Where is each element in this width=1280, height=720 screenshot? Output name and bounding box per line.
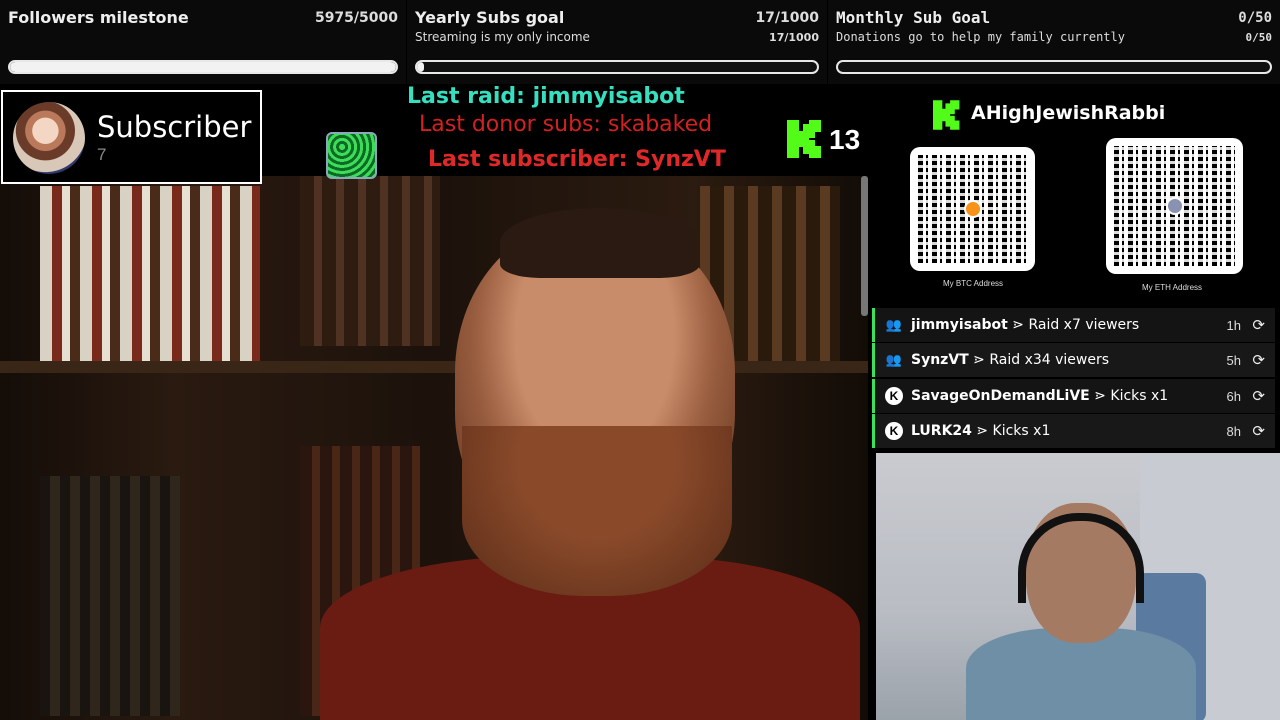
yearly-subs-goal: Yearly Subs goal 17/1000 Streaming is my… bbox=[407, 0, 827, 84]
event-user: SavageOnDemandLiVE bbox=[911, 388, 1090, 404]
kick-viewer-count: 13 bbox=[829, 124, 861, 155]
goal-title: Yearly Subs goal bbox=[415, 8, 565, 27]
event-user: jimmyisabot bbox=[911, 317, 1008, 333]
event-action: ⋗ Raid x7 viewers bbox=[1012, 317, 1140, 333]
subscriber-count: 7 bbox=[97, 145, 107, 164]
bookshelf bbox=[300, 176, 440, 346]
raid-icon: 👥 bbox=[885, 352, 903, 367]
webcam-feed bbox=[876, 453, 1280, 720]
event-row: K LURK24 ⋗ Kicks x1 8h ⟳ bbox=[872, 414, 1275, 448]
event-user: SynzVT bbox=[911, 352, 969, 368]
ethereum-icon bbox=[1165, 197, 1184, 215]
kick-logo-icon bbox=[787, 120, 821, 158]
replay-icon[interactable]: ⟳ bbox=[1252, 351, 1265, 369]
event-row: 👥 jimmyisabot ⋗ Raid x7 viewers 1h ⟳ bbox=[872, 308, 1275, 342]
goal-count: 5975/5000 bbox=[314, 10, 398, 26]
kick-logo-icon bbox=[933, 100, 960, 130]
kippah bbox=[500, 208, 700, 278]
event-row: K SavageOnDemandLiVE ⋗ Kicks x1 6h ⟳ bbox=[872, 379, 1275, 413]
goal-subtitle: Donations go to help my family currently bbox=[836, 30, 1125, 44]
event-action: ⋗ Kicks x1 bbox=[1094, 388, 1169, 404]
goal-progress-bar bbox=[836, 60, 1272, 74]
goal-progress-bar bbox=[8, 60, 398, 74]
raid-icon: 👥 bbox=[885, 317, 903, 332]
bookshelf bbox=[40, 476, 180, 716]
last-donor-subs: Last donor subs: skabaked bbox=[419, 112, 713, 137]
goal-progress-fill bbox=[10, 62, 396, 72]
goal-title: Monthly Sub Goal bbox=[836, 8, 991, 27]
goal-title: Followers milestone bbox=[8, 8, 189, 27]
person-beard bbox=[462, 426, 732, 596]
channel-name: AHighJewishRabbi bbox=[971, 102, 1166, 124]
event-time: 5h bbox=[1226, 353, 1241, 368]
shelf bbox=[0, 361, 868, 373]
replay-icon[interactable]: ⟳ bbox=[1252, 422, 1265, 440]
subscriber-label: Subscriber bbox=[97, 110, 252, 144]
last-raid: Last raid: jimmyisabot bbox=[407, 84, 685, 109]
qr-caption: My ETH Address bbox=[1142, 283, 1203, 292]
event-time: 1h bbox=[1226, 318, 1241, 333]
kick-icon: K bbox=[885, 422, 903, 440]
event-time: 8h bbox=[1226, 424, 1241, 439]
event-action: ⋗ Raid x34 viewers bbox=[973, 352, 1110, 368]
event-row: 👥 SynzVT ⋗ Raid x34 viewers 5h ⟳ bbox=[872, 343, 1275, 377]
eth-qr-code[interactable] bbox=[1106, 138, 1243, 274]
goal-count-secondary: 17/1000 bbox=[769, 31, 819, 44]
replay-icon[interactable]: ⟳ bbox=[1252, 316, 1265, 334]
event-action: ⋗ Kicks x1 bbox=[976, 423, 1051, 439]
qr-caption: My BTC Address bbox=[943, 279, 1004, 288]
event-time: 6h bbox=[1226, 389, 1241, 404]
goal-progress-bar bbox=[415, 60, 819, 74]
avatar bbox=[13, 102, 85, 174]
bookshelf bbox=[40, 186, 260, 366]
goal-count: 17/1000 bbox=[755, 10, 819, 26]
event-user: LURK24 bbox=[911, 423, 972, 439]
monthly-sub-goal: Monthly Sub Goal 0/50 Donations go to he… bbox=[828, 0, 1280, 84]
stream-overlay: Followers milestone 5975/5000 Yearly Sub… bbox=[0, 0, 1280, 720]
subscriber-widget: Subscriber 7 bbox=[1, 90, 262, 184]
replay-icon[interactable]: ⟳ bbox=[1252, 387, 1265, 405]
followers-goal: Followers milestone 5975/5000 bbox=[0, 0, 406, 84]
bitcoin-icon bbox=[963, 200, 982, 218]
btc-qr-code[interactable] bbox=[910, 147, 1035, 271]
goal-progress-fill bbox=[417, 62, 424, 72]
kick-icon: K bbox=[885, 387, 903, 405]
goal-count: 0/50 bbox=[1238, 10, 1272, 26]
last-subscriber: Last subscriber: SynzVT bbox=[428, 147, 726, 172]
goal-subtitle: Streaming is my only income bbox=[415, 30, 590, 44]
main-video bbox=[0, 176, 868, 720]
scrollbar[interactable] bbox=[861, 176, 868, 316]
tip-jar-icon bbox=[326, 132, 377, 179]
goal-count-secondary: 0/50 bbox=[1245, 31, 1273, 44]
